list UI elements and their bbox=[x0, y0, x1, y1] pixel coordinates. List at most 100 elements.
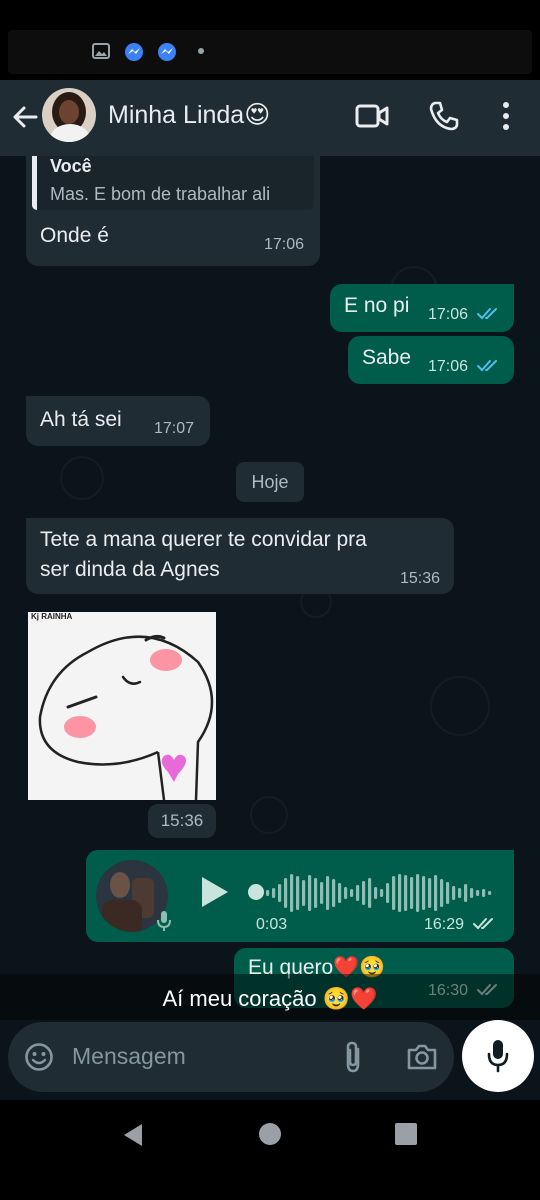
incoming-message[interactable]: Ah tá sei 17:07 bbox=[26, 396, 210, 446]
read-receipt-icon bbox=[477, 308, 497, 320]
message-text: Sabe bbox=[362, 346, 412, 369]
quote-accent-bar bbox=[32, 156, 37, 210]
waveform-bar bbox=[380, 889, 384, 897]
microphone-icon bbox=[487, 1040, 509, 1073]
nav-home-icon[interactable] bbox=[258, 1122, 282, 1146]
message-text-line-2: ser dinda da Agnes bbox=[40, 558, 220, 581]
waveform-bar bbox=[470, 888, 474, 898]
wallpaper-doodle bbox=[250, 796, 288, 834]
waveform-bar bbox=[458, 888, 462, 898]
sticker-message[interactable]: Kj RAINHA bbox=[28, 612, 216, 800]
waveform-bar bbox=[452, 886, 456, 900]
waveform-bar bbox=[320, 882, 324, 904]
gallery-notification-icon bbox=[92, 43, 110, 59]
waveform-bar bbox=[476, 890, 480, 896]
nav-back-icon[interactable] bbox=[120, 1122, 146, 1148]
voice-record-button[interactable] bbox=[462, 1020, 534, 1092]
waveform-bar bbox=[386, 883, 390, 903]
waveform-bar bbox=[374, 887, 378, 899]
quoted-author: Você bbox=[50, 156, 92, 176]
waveform-bar bbox=[422, 876, 426, 910]
nav-recents-icon[interactable] bbox=[394, 1122, 418, 1146]
message-input[interactable]: Mensagem bbox=[8, 1022, 454, 1092]
quoted-message[interactable]: Você Mas. E bom de trabalhar ali bbox=[32, 156, 314, 210]
play-icon[interactable] bbox=[198, 874, 232, 910]
waveform-bar bbox=[398, 874, 402, 912]
voice-call-icon[interactable] bbox=[428, 100, 460, 132]
waveform-bar bbox=[302, 880, 306, 906]
waveform-bar bbox=[308, 875, 312, 911]
message-time: 17:06 bbox=[428, 358, 469, 375]
emoji-icon[interactable] bbox=[24, 1042, 54, 1072]
waveform-bar bbox=[344, 887, 348, 899]
waveform-bar bbox=[488, 891, 492, 895]
more-notifications-dot bbox=[198, 48, 204, 54]
status-bar bbox=[0, 0, 540, 80]
waveform-bar bbox=[326, 876, 330, 910]
back-arrow-icon[interactable] bbox=[10, 102, 40, 132]
camera-icon[interactable] bbox=[406, 1042, 438, 1072]
blushing-face-sticker bbox=[38, 634, 214, 800]
waveform-bar bbox=[434, 875, 438, 911]
waveform-bar bbox=[296, 876, 300, 910]
message-input-placeholder: Mensagem bbox=[72, 1043, 186, 1069]
status-bar-panel bbox=[8, 30, 532, 74]
sticker-time-pill: 15:36 bbox=[148, 804, 216, 838]
contact-avatar[interactable] bbox=[42, 88, 96, 142]
voice-progress-knob[interactable] bbox=[248, 884, 264, 900]
waveform-bar bbox=[356, 885, 360, 901]
waveform-bar bbox=[410, 877, 414, 909]
voice-message[interactable]: 0:03 16:29 bbox=[86, 850, 514, 942]
incoming-reply-message[interactable]: Você Mas. E bom de trabalhar ali Onde é … bbox=[26, 156, 320, 266]
message-time: 16:29 bbox=[424, 916, 465, 933]
wallpaper-doodle bbox=[60, 456, 104, 500]
waveform-bar bbox=[392, 876, 396, 910]
message-text: Onde é bbox=[40, 224, 109, 247]
message-time: 17:06 bbox=[264, 236, 305, 253]
video-call-icon[interactable] bbox=[355, 102, 389, 130]
chat-area[interactable]: Você Mas. E bom de trabalhar ali Onde é … bbox=[0, 156, 540, 1020]
waveform-bar bbox=[284, 878, 288, 908]
day-separator: Hoje bbox=[236, 462, 304, 502]
waveform-bar bbox=[416, 874, 420, 912]
attach-icon[interactable] bbox=[342, 1040, 364, 1074]
message-time: 15:36 bbox=[400, 570, 441, 587]
outgoing-message[interactable]: E no pi 17:06 bbox=[330, 284, 514, 332]
incoming-message[interactable]: Tete a mana querer te convidar pra ser d… bbox=[26, 518, 454, 594]
message-time: 17:06 bbox=[428, 306, 469, 323]
overlay-caption: Aí meu coração 🥹❤️ bbox=[0, 974, 540, 1024]
contact-name[interactable]: Minha Linda😍 bbox=[108, 100, 270, 130]
voice-duration: 0:03 bbox=[256, 916, 288, 933]
waveform-bar bbox=[482, 889, 486, 897]
day-separator-label: Hoje bbox=[251, 472, 289, 492]
waveform-bar bbox=[290, 874, 294, 912]
waveform-bar bbox=[278, 884, 282, 902]
waveform-bar bbox=[266, 890, 270, 896]
microphone-badge-icon bbox=[157, 911, 171, 931]
message-text: E no pi bbox=[344, 294, 410, 317]
message-time: 17:07 bbox=[154, 420, 195, 437]
voice-waveform[interactable] bbox=[266, 872, 492, 914]
waveform-bar bbox=[362, 881, 366, 905]
waveform-bar bbox=[428, 878, 432, 908]
waveform-bar bbox=[350, 889, 354, 897]
messenger-notification-icon-2 bbox=[158, 43, 176, 61]
message-text-line-1: Tete a mana querer te convidar pra bbox=[40, 528, 367, 551]
more-options-icon[interactable] bbox=[500, 100, 512, 132]
outgoing-message[interactable]: Sabe 17:06 bbox=[348, 336, 514, 384]
waveform-bar bbox=[314, 878, 318, 908]
message-text: Ah tá sei bbox=[40, 408, 122, 431]
chat-header: Minha Linda😍 bbox=[0, 80, 540, 156]
message-time: 15:36 bbox=[160, 811, 204, 830]
waveform-bar bbox=[338, 883, 342, 903]
overlay-caption-text: Aí meu coração 🥹❤️ bbox=[162, 986, 378, 1011]
message-composer: Mensagem bbox=[0, 1020, 540, 1100]
waveform-bar bbox=[332, 879, 336, 907]
waveform-bar bbox=[440, 879, 444, 907]
waveform-bar bbox=[404, 875, 408, 911]
system-navigation-bar bbox=[0, 1100, 540, 1200]
waveform-bar bbox=[368, 878, 372, 908]
waveform-bar bbox=[446, 882, 450, 904]
quoted-text: Mas. E bom de trabalhar ali bbox=[50, 184, 271, 204]
waveform-bar bbox=[464, 884, 468, 902]
